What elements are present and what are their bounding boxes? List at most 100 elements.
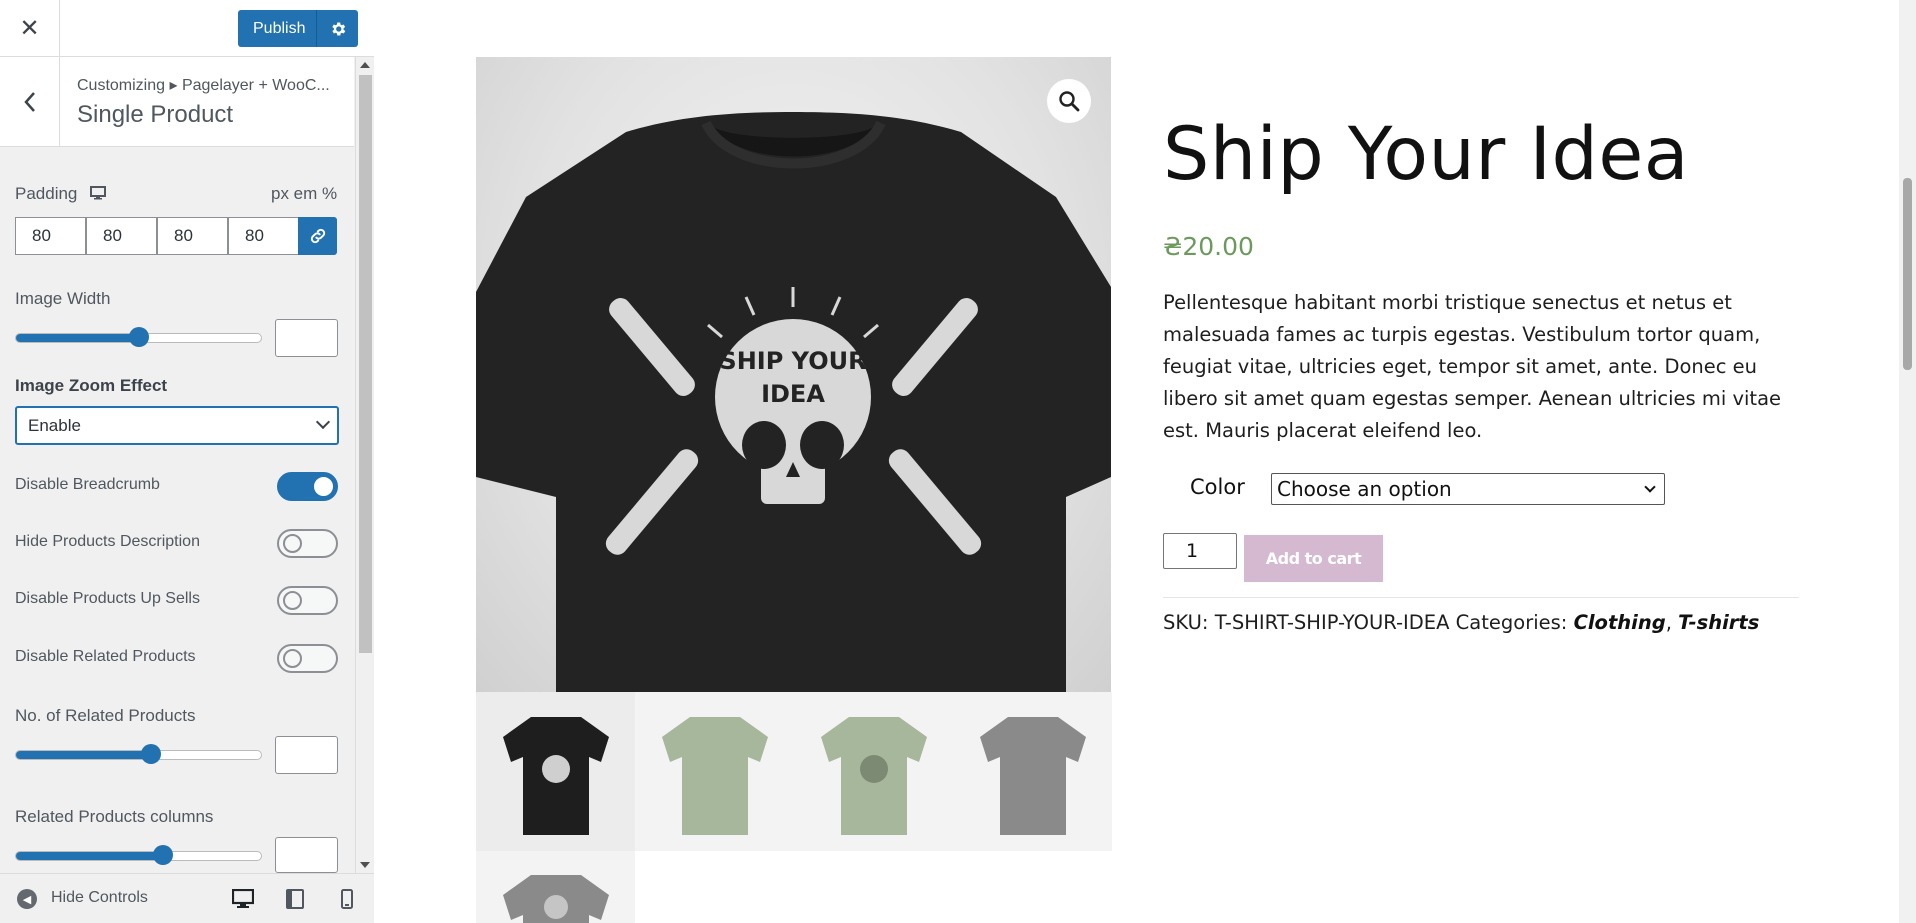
slider-handle[interactable] bbox=[140, 744, 161, 764]
image-width-input[interactable] bbox=[275, 319, 338, 357]
slider-handle[interactable] bbox=[153, 845, 173, 865]
slider-fill bbox=[16, 751, 151, 759]
product-title: Ship Your Idea bbox=[1163, 112, 1689, 197]
preview-scrollbar-thumb[interactable] bbox=[1903, 178, 1912, 370]
hide-description-label: Hide Products Description bbox=[15, 533, 200, 550]
preview-desktop-button[interactable] bbox=[230, 886, 256, 912]
publish-button[interactable]: Publish bbox=[238, 10, 316, 47]
image-width-slider[interactable] bbox=[15, 327, 262, 347]
scroll-up-arrow-icon[interactable] bbox=[360, 62, 370, 68]
preview-tablet-button[interactable] bbox=[282, 886, 308, 912]
thumbnail-image bbox=[661, 716, 768, 835]
chevron-down-icon bbox=[315, 414, 331, 430]
related-columns-input[interactable] bbox=[275, 837, 338, 873]
preview-mobile-button[interactable] bbox=[334, 886, 360, 912]
slider-fill bbox=[16, 852, 163, 860]
related-count-slider[interactable] bbox=[15, 744, 262, 764]
desktop-device-icon[interactable] bbox=[90, 186, 106, 204]
shirt-print-line2: IDEA bbox=[761, 380, 825, 408]
sku-label: SKU: bbox=[1163, 611, 1209, 634]
thumbnail-image bbox=[820, 716, 927, 835]
link-icon bbox=[310, 228, 325, 244]
site-preview: SHIP YOUR IDEA Ship Your Idea ₴20.00 Pel… bbox=[375, 0, 1916, 923]
disable-upsells-toggle[interactable] bbox=[277, 586, 338, 615]
padding-left-input[interactable]: 80 bbox=[228, 217, 299, 255]
back-button[interactable] bbox=[0, 57, 60, 147]
scroll-down-arrow-icon[interactable] bbox=[360, 862, 370, 868]
padding-label: Padding bbox=[15, 184, 78, 203]
disable-related-toggle[interactable] bbox=[277, 644, 338, 673]
sidebar-scrollbar[interactable] bbox=[355, 57, 374, 873]
publish-settings-button[interactable] bbox=[316, 10, 358, 47]
product-price: ₴20.00 bbox=[1163, 232, 1254, 261]
category-separator: , bbox=[1665, 611, 1672, 634]
product-meta: SKU: T-SHIRT-SHIP-YOUR-IDEA Categories: … bbox=[1163, 611, 1759, 634]
publish-group: Publish bbox=[238, 10, 358, 47]
zoom-effect-value: Enable bbox=[28, 416, 81, 435]
related-count-input[interactable] bbox=[275, 736, 338, 774]
image-zoom-button[interactable] bbox=[1047, 79, 1091, 123]
categories-label: Categories: bbox=[1455, 611, 1568, 634]
disable-upsells-label: Disable Products Up Sells bbox=[15, 590, 200, 607]
preview-scrollbar[interactable] bbox=[1899, 0, 1916, 923]
product-thumbnail[interactable] bbox=[635, 692, 794, 851]
sku-value: T-SHIRT-SHIP-YOUR-IDEA bbox=[1214, 611, 1450, 634]
tshirt-image: SHIP YOUR IDEA bbox=[476, 112, 1111, 692]
product-thumbnail[interactable] bbox=[794, 692, 953, 851]
product-description: Pellentesque habitant morbi tristique se… bbox=[1163, 291, 1782, 442]
customizer-sidebar: ✕ Publish Customizing ▸ Pagelayer + WooC… bbox=[0, 0, 374, 923]
chevron-left-icon bbox=[23, 92, 35, 112]
shirt-print-line1: SHIP YOUR bbox=[719, 347, 866, 375]
padding-link-button[interactable] bbox=[298, 217, 337, 255]
product-thumbnail[interactable] bbox=[476, 851, 635, 923]
related-columns-label: Related Products columns bbox=[15, 807, 214, 826]
slider-handle[interactable] bbox=[128, 327, 149, 347]
close-customizer-button[interactable]: ✕ bbox=[0, 0, 60, 56]
divider bbox=[1163, 597, 1799, 598]
customizer-header: ✕ Publish bbox=[0, 0, 374, 57]
disable-breadcrumb-toggle[interactable] bbox=[277, 472, 338, 501]
thumbnail-image bbox=[502, 875, 609, 923]
tablet-icon bbox=[286, 889, 304, 909]
related-columns-slider[interactable] bbox=[15, 845, 262, 865]
section-title: Single Product bbox=[77, 101, 234, 128]
thumbnail-image bbox=[979, 716, 1086, 835]
product-main-image[interactable]: SHIP YOUR IDEA bbox=[476, 57, 1111, 692]
customizer-footer: ◀ Hide Controls bbox=[0, 873, 374, 923]
product-thumbnail[interactable] bbox=[476, 692, 635, 851]
toggle-knob bbox=[283, 534, 302, 553]
hide-description-toggle[interactable] bbox=[277, 529, 338, 558]
padding-units-selector[interactable]: px em % bbox=[271, 184, 337, 204]
color-select-value: Choose an option bbox=[1277, 477, 1452, 501]
slider-fill bbox=[16, 334, 139, 342]
thumbnail-image bbox=[502, 716, 609, 835]
color-attribute-label: Color bbox=[1190, 475, 1245, 499]
padding-top-input[interactable]: 80 bbox=[15, 217, 86, 255]
toggle-knob bbox=[314, 477, 333, 496]
add-to-cart-button[interactable]: Add to cart bbox=[1244, 535, 1383, 582]
color-select[interactable]: Choose an option bbox=[1271, 473, 1665, 505]
scrollbar-thumb[interactable] bbox=[359, 75, 372, 653]
category-link-tshirts[interactable]: T-shirts bbox=[1678, 611, 1759, 634]
mobile-icon bbox=[341, 889, 353, 909]
product-thumbnail[interactable] bbox=[953, 692, 1112, 851]
image-width-label: Image Width bbox=[15, 289, 111, 308]
close-icon: ✕ bbox=[19, 14, 40, 42]
breadcrumb: Customizing ▸ Pagelayer + WooC... bbox=[77, 77, 330, 94]
collapse-arrow-icon[interactable]: ◀ bbox=[17, 889, 37, 909]
category-link-clothing[interactable]: Clothing bbox=[1574, 611, 1666, 634]
desktop-icon bbox=[232, 889, 254, 908]
padding-bottom-input[interactable]: 80 bbox=[157, 217, 228, 255]
toggle-knob bbox=[283, 649, 302, 668]
padding-right-input[interactable]: 80 bbox=[86, 217, 157, 255]
section-header: Customizing ▸ Pagelayer + WooC... Single… bbox=[0, 57, 354, 147]
quantity-input[interactable]: 1 bbox=[1163, 533, 1237, 569]
zoom-effect-label: Image Zoom Effect bbox=[15, 376, 168, 395]
disable-related-label: Disable Related Products bbox=[15, 648, 196, 665]
toggle-knob bbox=[283, 591, 302, 610]
zoom-effect-select[interactable]: Enable bbox=[15, 406, 339, 445]
related-count-label: No. of Related Products bbox=[15, 706, 196, 725]
chevron-down-icon bbox=[1644, 481, 1656, 493]
hide-controls-button[interactable]: Hide Controls bbox=[51, 889, 148, 907]
disable-breadcrumb-label: Disable Breadcrumb bbox=[15, 476, 160, 493]
